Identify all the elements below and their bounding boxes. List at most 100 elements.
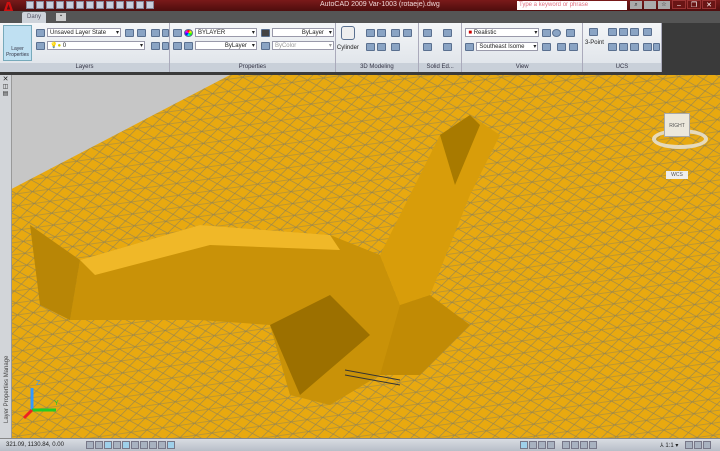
palette-close-icon[interactable]: ✕ (0, 75, 11, 83)
palette-autohide-icon[interactable]: ◫ (0, 83, 11, 90)
viewcube-face-right[interactable]: RIGHT (664, 113, 690, 137)
minimize-button[interactable]: – (672, 0, 686, 9)
cylinder-button[interactable]: Cylinder (337, 45, 359, 51)
quick-view-drawings-button[interactable] (547, 441, 555, 449)
print-icon[interactable] (56, 1, 64, 9)
loft-icon[interactable] (376, 43, 386, 51)
open-icon[interactable] (36, 1, 44, 9)
ucs-zaxis-icon[interactable] (642, 28, 652, 36)
camera-icon[interactable] (569, 43, 579, 51)
view-preset-dropdown[interactable]: Southeast Isome (476, 42, 539, 51)
lock-icon[interactable] (685, 441, 693, 449)
tray-settings-icon[interactable] (694, 441, 702, 449)
layer-state-dropdown[interactable]: Unsaved Layer State (47, 28, 121, 37)
redo-icon[interactable] (76, 1, 84, 9)
list-icon[interactable] (172, 42, 182, 50)
model-button[interactable] (520, 441, 528, 449)
ucs-x-icon[interactable] (607, 28, 617, 36)
ucs-world-icon[interactable] (642, 43, 652, 51)
ducs-toggle[interactable] (140, 441, 148, 449)
sweep-icon[interactable] (402, 29, 412, 37)
union-icon[interactable] (422, 29, 432, 37)
match-properties-icon[interactable] (172, 29, 182, 37)
palette-properties-icon[interactable]: ▤ (0, 90, 11, 97)
steeringwheel-icon[interactable] (580, 441, 588, 449)
lineweight-dropdown[interactable]: ByLayer (271, 28, 334, 37)
materials-icon[interactable] (552, 29, 562, 37)
restore-button[interactable]: ❐ (687, 0, 701, 9)
zoom-icon[interactable] (571, 441, 579, 449)
zoom-icon[interactable] (465, 43, 475, 51)
layer-tool-icon[interactable] (151, 42, 160, 50)
properties-icon[interactable] (106, 1, 114, 9)
ucs-face-icon[interactable] (629, 43, 639, 51)
annotation-scale[interactable]: ⅄ 1:1 ▾ (660, 442, 678, 449)
slice-icon[interactable] (442, 29, 452, 37)
wcs-menu[interactable]: WCS (666, 171, 688, 179)
search-input[interactable]: Type a keyword or phrase (517, 1, 627, 10)
extract-edges-icon[interactable] (422, 43, 432, 51)
3-point-ucs-button[interactable]: 3-Point (585, 40, 604, 46)
extrude-icon[interactable] (376, 29, 386, 37)
layer-tool-icon[interactable] (125, 29, 134, 37)
presspull-icon[interactable] (390, 29, 400, 37)
linetype-icon (183, 42, 193, 50)
ucs-object-icon[interactable] (618, 43, 628, 51)
layer-tool-icon[interactable] (162, 42, 169, 50)
ortho-toggle[interactable] (104, 441, 112, 449)
visual-style-dropdown[interactable]: ■ Realistic (465, 28, 540, 37)
undo-icon[interactable] (66, 1, 74, 9)
orbit-icon[interactable] (557, 43, 567, 51)
box-icon[interactable] (365, 29, 375, 37)
ribbon-minimize-button[interactable]: ▪ (56, 13, 66, 21)
osnap-toggle[interactable] (122, 441, 130, 449)
layer-tool-icon[interactable] (162, 29, 169, 37)
layout1-button[interactable] (529, 441, 537, 449)
drawing-viewport[interactable]: RIGHT WCS Z Y (0, 75, 720, 438)
plot-icon[interactable] (86, 1, 94, 9)
snap-toggle[interactable] (86, 441, 94, 449)
favorites-icon[interactable]: ☆ (658, 1, 670, 9)
new-icon[interactable] (26, 1, 34, 9)
polar-toggle[interactable] (113, 441, 121, 449)
communication-icon[interactable] (644, 1, 656, 9)
ucs-y-icon[interactable] (618, 28, 628, 36)
save-icon[interactable] (46, 1, 54, 9)
grid-toggle[interactable] (95, 441, 103, 449)
plotstyle-dropdown[interactable]: ByColor (271, 41, 334, 50)
zoom-extents-icon[interactable] (542, 43, 552, 51)
separate-icon[interactable] (442, 43, 452, 51)
ucs-previous-icon[interactable] (652, 43, 660, 51)
navigate-icon[interactable] (566, 29, 576, 37)
print-preview-icon[interactable] (126, 1, 134, 9)
clean-screen-icon[interactable] (703, 441, 711, 449)
layer-tool-icon[interactable] (151, 29, 160, 37)
quick-view-layouts-button[interactable] (538, 441, 546, 449)
linetype-dropdown[interactable]: ByLayer (194, 41, 257, 50)
showmotion-icon[interactable] (589, 441, 597, 449)
exit-icon[interactable] (146, 1, 154, 9)
sheet-icon[interactable] (116, 1, 124, 9)
otrack-toggle[interactable] (131, 441, 139, 449)
ucs-z-icon[interactable] (629, 28, 639, 36)
dyn-toggle[interactable] (149, 441, 157, 449)
render-icon[interactable] (542, 29, 552, 37)
layer-tool-icon[interactable] (137, 29, 146, 37)
revolve-icon[interactable] (365, 43, 375, 51)
close-button[interactable]: ✕ (702, 0, 716, 9)
publish-icon[interactable] (96, 1, 104, 9)
helix-icon[interactable] (390, 43, 400, 51)
folder-icon[interactable] (136, 1, 144, 9)
lineweight-toggle[interactable] (158, 441, 166, 449)
color-dropdown[interactable]: BYLAYER (194, 28, 257, 37)
quick-properties-toggle[interactable] (167, 441, 175, 449)
layer-dropdown[interactable]: 💡● 0 (47, 41, 145, 50)
3-point-ucs-icon[interactable] (588, 28, 598, 36)
viewcube[interactable]: RIGHT WCS (650, 105, 710, 185)
search-icon[interactable]: ⌕ (630, 1, 642, 9)
pan-icon[interactable] (562, 441, 570, 449)
tab-dany[interactable]: Dany (22, 12, 46, 23)
ucs-view-icon[interactable] (607, 43, 617, 51)
layer-properties-button[interactable]: Layer Properties (3, 25, 32, 61)
layer-properties-palette[interactable]: ✕ ◫ ▤ Layer Properties Manage (0, 75, 12, 438)
